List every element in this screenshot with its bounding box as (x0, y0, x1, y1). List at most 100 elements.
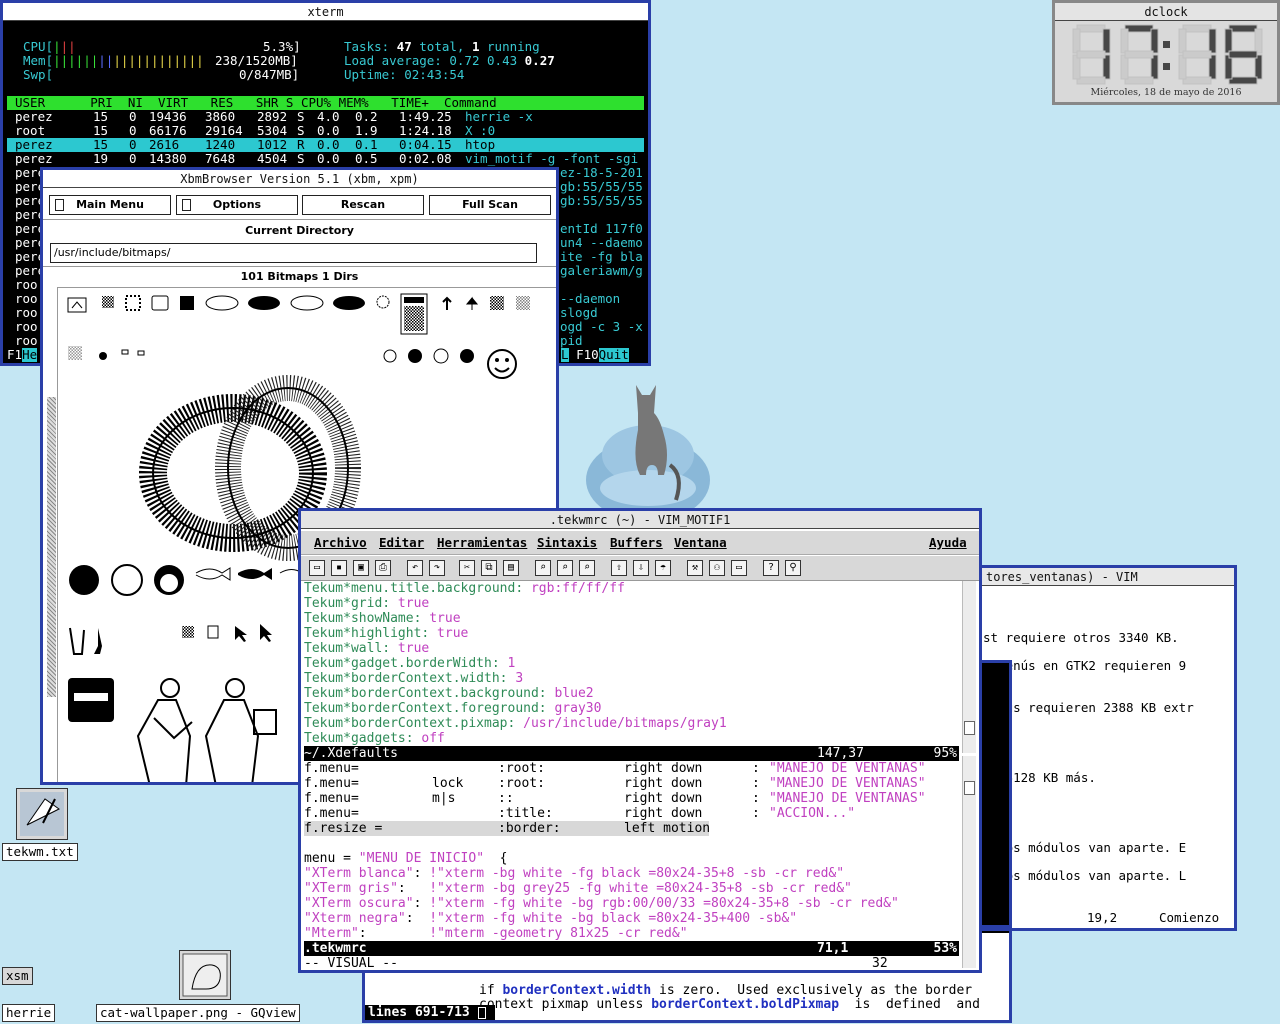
find-prev-icon[interactable]: ⌕ (579, 560, 595, 576)
resource-key: Tekum*borderContext.background: (304, 686, 547, 701)
bitmap-thumbnail[interactable] (207, 625, 219, 639)
bitmap-thumbnail[interactable] (102, 296, 114, 308)
menu-sintaxis[interactable]: Sintaxis (537, 535, 597, 550)
bitmap-thumbnail[interactable] (99, 352, 107, 360)
scrollbar-thumb[interactable] (964, 781, 975, 795)
vim-editor-window-2[interactable]: tores_ventanas) - VIM st requiere otros … (978, 565, 1237, 931)
process-user: roo (15, 334, 38, 348)
bitmap-thumbnail[interactable] (290, 295, 324, 311)
folder-up-icon[interactable] (67, 297, 87, 313)
directory-path-input[interactable]: /usr/include/bitmaps/ (50, 243, 537, 263)
bitmap-thumbnail[interactable] (433, 348, 449, 364)
egyptian-figure-image[interactable] (136, 678, 277, 785)
bitmap-thumbnail[interactable] (248, 296, 280, 310)
save-all-icon[interactable]: ▣ (353, 560, 369, 576)
bitmap-thumbnail[interactable] (125, 295, 141, 311)
process-row[interactable]: perez 19 0 14380 7648 4504 S 0.0 0.5 0:02.08 vim_m… (7, 152, 644, 166)
bitmap-thumbnail[interactable] (205, 295, 239, 311)
bitmap-thumbnail[interactable] (180, 296, 194, 310)
bitmap-thumbnail[interactable] (121, 349, 129, 355)
bitmap-scrollbar[interactable] (46, 287, 58, 782)
save-session-icon[interactable]: ⇩ (633, 560, 649, 576)
bitmap-thumbnail[interactable] (490, 296, 504, 310)
help-icon[interactable]: ? (763, 560, 779, 576)
bitmap-thumbnail[interactable] (376, 295, 390, 309)
bitmap-thumbnail[interactable] (182, 626, 194, 638)
tekwm-icon[interactable] (16, 788, 68, 840)
fish-icon[interactable] (238, 568, 272, 580)
quit-key[interactable]: Quit (598, 348, 629, 362)
help-key[interactable]: He (22, 348, 38, 362)
load-session-icon[interactable]: ⇧ (611, 560, 627, 576)
run-script-icon[interactable]: ☂ (655, 560, 671, 576)
bitmap-thumbnail[interactable] (408, 349, 422, 363)
copy-icon[interactable]: ⧉ (481, 560, 497, 576)
gqview-icon[interactable] (179, 950, 231, 1000)
bitmap-thumbnail[interactable] (383, 349, 397, 363)
paste-icon[interactable]: ▤ (503, 560, 519, 576)
menu-ventana[interactable]: Ventana (674, 535, 727, 550)
find-next-icon[interactable]: ⌕ (557, 560, 573, 576)
replace-icon[interactable]: ⌕ (535, 560, 551, 576)
clock-segment (1224, 54, 1233, 80)
process-table-header[interactable]: USER PRI NI VIRT RES SHR S CPU% MEM% TIM… (7, 96, 644, 110)
open-icon[interactable]: ▭ (309, 560, 325, 576)
main-menu-button[interactable]: Main Menu (49, 195, 171, 215)
bitmap-thumbnail[interactable] (69, 565, 99, 595)
save-icon[interactable]: ▪ (331, 560, 347, 576)
bitmap-thumbnail[interactable] (333, 296, 365, 310)
fmenu-line: f.menu=:root: right down: "MANEJO DE VENT… (304, 761, 959, 776)
bitmap-thumbnail[interactable] (68, 346, 82, 360)
shell-icon[interactable]: ⚇ (709, 560, 725, 576)
fish-icon[interactable] (195, 567, 231, 581)
scrollbar-thumb[interactable] (964, 721, 975, 735)
bitmap-thumbnail[interactable] (516, 296, 530, 310)
redo-icon[interactable]: ↷ (429, 560, 445, 576)
tekwm-label[interactable]: tekwm.txt (2, 843, 78, 861)
vertical-scrollbar-bottom[interactable] (962, 756, 976, 968)
hand-icon[interactable] (69, 627, 85, 655)
status-line-xdefaults: ~/.Xdefaults 147,37 95% (304, 746, 959, 761)
make-icon[interactable]: ⚒ (687, 560, 703, 576)
process-row[interactable]: perez 15 0 19436 3860 2892 S 4.0 0.2 1:49.25 herri… (7, 110, 644, 124)
brush-icon[interactable] (94, 628, 102, 654)
vertical-scrollbar-top[interactable] (962, 581, 976, 753)
clock-segment (1076, 50, 1106, 59)
undo-icon[interactable]: ↶ (407, 560, 423, 576)
full-scan-button[interactable]: Full Scan (429, 195, 551, 215)
dclock-window[interactable]: dclock Miércoles, 18 de mayo de 2016 (1052, 0, 1280, 105)
scrollbar-thumb[interactable] (47, 397, 56, 697)
find-help-icon[interactable]: ⚲ (785, 560, 801, 576)
print-icon[interactable]: ⎙ (375, 560, 391, 576)
cursor-icon[interactable] (260, 624, 272, 642)
menu-buffers[interactable]: Buffers (610, 535, 663, 550)
editor-text[interactable]: Tekum*menu.title.background: rgb:ff/ff/f… (304, 581, 959, 970)
clock-segment (1254, 54, 1263, 80)
arrow-up-icon[interactable] (442, 296, 452, 310)
menu-herramientas[interactable]: Herramientas (437, 535, 527, 550)
vim-motif-window[interactable]: .tekwmrc (~) - VIM_MOTIF1 Archivo Editar… (298, 508, 982, 973)
fmenu-title: "MANEJO DE VENTANAS" (769, 761, 926, 776)
menu-archivo[interactable]: Archivo (314, 535, 367, 550)
resource-key: Tekum*gadget.borderWidth: (304, 656, 500, 671)
tag-icon[interactable]: ▭ (731, 560, 747, 576)
menu-editar[interactable]: Editar (379, 535, 424, 550)
smiley-icon[interactable] (487, 349, 517, 379)
gqview-label[interactable]: cat-wallpaper.png - GQview (96, 1004, 300, 1022)
xsm-label[interactable]: xsm (2, 967, 33, 985)
tree-icon[interactable] (465, 296, 479, 310)
process-row[interactable]: perez 15 0 2616 1240 1012 R 0.0 0.1 0:04.15 htop (7, 138, 644, 152)
bitmap-thumbnail[interactable] (151, 295, 169, 311)
cut-icon[interactable]: ✂ (459, 560, 475, 576)
bitmap-thumbnail[interactable] (111, 564, 143, 596)
process-command-fragment: ogd -c 3 -x (560, 320, 643, 334)
menu-ayuda[interactable]: Ayuda (929, 535, 967, 550)
herrie-label[interactable]: herrie (2, 1004, 56, 1022)
process-row[interactable]: root 15 0 66176 29164 5304 S 0.0 1.9 1:24.18 X :0 (7, 124, 644, 138)
cursor-icon[interactable] (235, 626, 247, 642)
bitmap-thumbnail[interactable] (460, 349, 474, 363)
rescan-button[interactable]: Rescan (302, 195, 424, 215)
options-button[interactable]: Options (176, 195, 298, 215)
fmenu-field: m|s (432, 791, 456, 806)
bitmap-thumbnail[interactable] (137, 350, 145, 356)
